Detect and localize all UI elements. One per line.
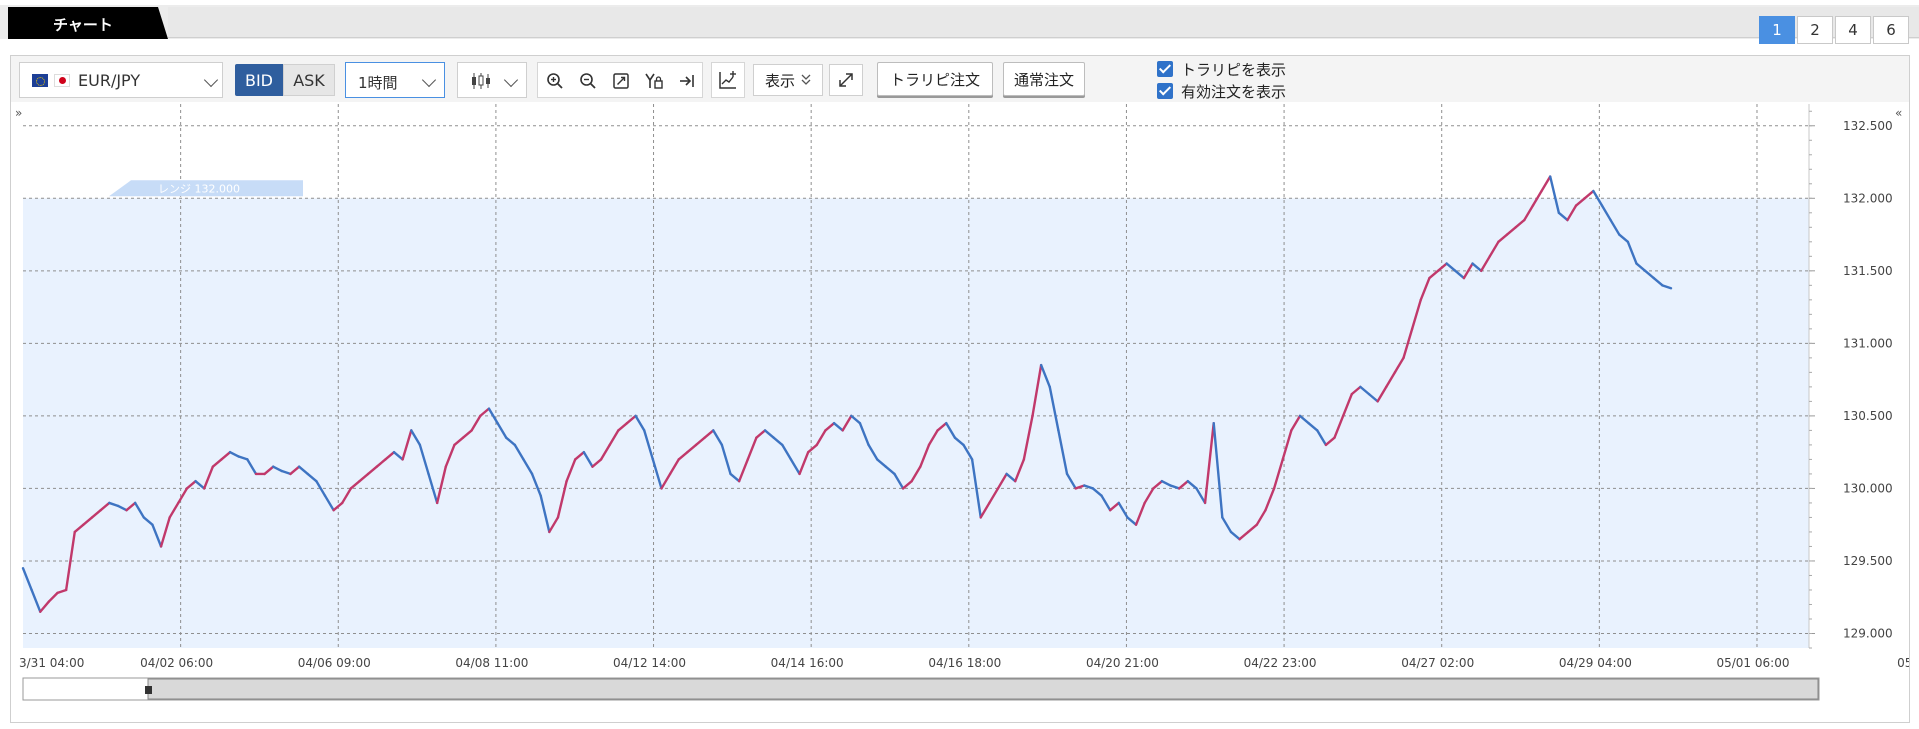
double-chevron-down-icon — [801, 74, 811, 85]
y-axis: 132.500 132.000 131.500 131.000 130.500 130.0… — [1809, 110, 1893, 649]
tab-bar-rest: 1 2 4 6 — [168, 7, 1919, 44]
layout-button-2[interactable]: 2 — [1797, 16, 1833, 44]
x-tick-label: 04/02 06:00 — [140, 656, 213, 670]
tab-chart[interactable]: チャート — [8, 7, 168, 39]
timeframe-label: 1時間 — [358, 74, 398, 92]
layout-button-1[interactable]: 1 — [1759, 16, 1795, 44]
x-tick-label: 04/22 23:00 — [1244, 656, 1317, 670]
chart-tools — [537, 62, 703, 98]
x-tick-label: 05/01 06:00 — [1716, 656, 1789, 670]
chart-type-select[interactable] — [457, 62, 527, 98]
layout-buttons: 1 2 4 6 — [1759, 16, 1909, 44]
scrollbar-thumb[interactable] — [147, 678, 1819, 700]
x-tick-label: 04/06 09:00 — [298, 656, 371, 670]
x-tick-label: 04/20 21:00 — [1086, 656, 1159, 670]
timeframe-select[interactable]: 1時間 — [345, 62, 445, 98]
y-tick-label: 129.500 — [1843, 554, 1893, 568]
y-tick-label: 130.000 — [1843, 481, 1893, 495]
x-tick-label: 04/29 04:00 — [1559, 656, 1632, 670]
x-tick-label: 3/31 04:00 — [19, 656, 84, 670]
show-trail-checkbox[interactable]: トラリピを表示 — [1157, 59, 1286, 79]
jump-to-latest-button[interactable] — [670, 63, 704, 99]
symbol-label: EUR/JPY — [78, 71, 141, 90]
chevron-down-icon — [421, 72, 437, 88]
fullscreen-button[interactable] — [829, 64, 863, 96]
jp-flag-icon — [54, 74, 70, 87]
zoom-in-icon — [547, 73, 563, 89]
x-tick-label: 04/27 02:00 — [1401, 656, 1474, 670]
ask-button[interactable]: ASK — [283, 64, 335, 96]
bid-button[interactable]: BID — [235, 64, 283, 96]
x-axis: 3/31 04:00 04/02 06:00 04/06 09:00 04/08 11… — [19, 656, 1909, 670]
y-tick-label: 131.000 — [1843, 336, 1893, 350]
y-axis-lock-icon — [645, 73, 663, 89]
expand-icon — [839, 73, 853, 87]
x-tick-label: 04/16 18:00 — [928, 656, 1001, 670]
candlestick-icon — [472, 73, 490, 89]
add-indicator-icon — [719, 71, 736, 89]
display-label: 表示 — [764, 71, 795, 90]
show-orders-checkbox[interactable]: 有効注文を表示 — [1157, 81, 1286, 101]
fit-screen-button[interactable] — [604, 63, 638, 99]
y-tick-label: 132.000 — [1843, 191, 1893, 205]
chevron-down-icon — [203, 72, 219, 88]
range-label: レンジ 132.000 — [158, 182, 240, 195]
symbol-select[interactable]: EUR/JPY — [19, 62, 223, 98]
add-indicator-button[interactable] — [711, 62, 745, 98]
x-tick-label: 04/12 14:00 — [613, 656, 686, 670]
scrollbar-handle[interactable] — [145, 686, 152, 694]
chart-toolbar: EUR/JPY BID ASK 1時間 表示 トラリピ注文 通常注文 トラリピを… — [11, 56, 1909, 102]
zoom-in-button[interactable] — [538, 63, 572, 99]
trail-order-button[interactable]: トラリピ注文 — [877, 62, 993, 96]
fit-screen-icon — [613, 73, 629, 89]
x-tick-label: 04/08 11:00 — [455, 656, 528, 670]
y-lock-button[interactable] — [637, 63, 671, 99]
range-area — [23, 198, 1809, 648]
normal-order-button[interactable]: 通常注文 — [1003, 62, 1085, 96]
chevron-down-icon — [503, 72, 519, 88]
y-tick-label: 131.500 — [1843, 264, 1893, 278]
tab-chart-label: チャート — [53, 16, 113, 34]
layout-button-6[interactable]: 6 — [1873, 16, 1909, 44]
jump-to-end-icon — [680, 75, 694, 87]
show-trail-label: トラリピを表示 — [1181, 60, 1287, 79]
x-tick-label: 04/14 16:00 — [771, 656, 844, 670]
eu-flag-icon — [32, 74, 48, 87]
price-chart[interactable]: レンジ 132.000 132.500 132.000 131.500 131.000… — [11, 102, 1909, 722]
zoom-out-icon — [580, 73, 596, 89]
y-tick-label: 129.000 — [1843, 626, 1893, 640]
chart-panel: EUR/JPY BID ASK 1時間 表示 トラリピ注文 通常注文 トラリピを… — [10, 55, 1910, 723]
display-menu-button[interactable]: 表示 — [753, 64, 823, 96]
y-tick-label: 130.500 — [1843, 409, 1893, 423]
zoom-out-button[interactable] — [571, 63, 605, 99]
y-tick-label: 132.500 — [1843, 119, 1893, 133]
x-tick-label: 05/0 — [1897, 656, 1909, 670]
show-orders-label: 有効注文を表示 — [1181, 82, 1287, 101]
layout-button-4[interactable]: 4 — [1835, 16, 1871, 44]
checkbox-checked-icon — [1157, 61, 1173, 77]
checkbox-checked-icon — [1157, 83, 1173, 99]
